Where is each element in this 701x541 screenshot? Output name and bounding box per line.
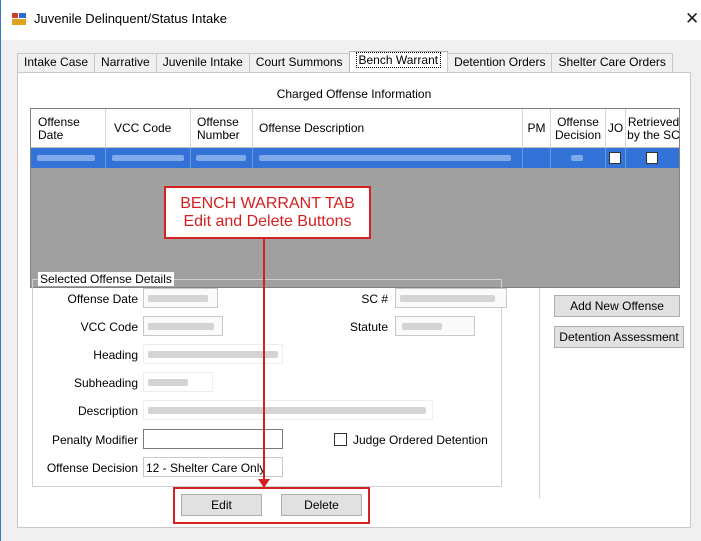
retrieved-checkbox[interactable] <box>646 152 658 164</box>
row-cell-pm <box>523 148 551 168</box>
description-field[interactable] <box>143 400 433 420</box>
window-title: Juvenile Delinquent/Status Intake <box>34 11 227 26</box>
heading-label: Heading <box>93 348 138 362</box>
tab-shelter-care-orders[interactable]: Shelter Care Orders <box>551 53 673 72</box>
tab-bench-warrant[interactable]: Bench Warrant <box>348 51 449 72</box>
row-cell-jo <box>606 148 626 168</box>
offense-date-label: Offense Date <box>67 292 139 306</box>
row-cell-offense-decision <box>551 148 606 168</box>
sc-number-label: SC # <box>361 292 388 306</box>
tab-intake-case[interactable]: Intake Case <box>17 53 96 72</box>
tab-narrative[interactable]: Narrative <box>94 53 157 72</box>
judge-ordered-detention-checkbox[interactable] <box>334 433 347 446</box>
col-offense-description[interactable]: Offense Description <box>253 109 523 148</box>
app-icon <box>12 13 26 25</box>
offense-decision-label: Offense Decision <box>46 461 138 475</box>
col-jo[interactable]: JO <box>606 109 626 148</box>
tab-court-summons[interactable]: Court Summons <box>248 53 350 72</box>
annotation-line-2: Edit and Delete Buttons <box>183 213 352 230</box>
row-cell-retrieved <box>626 148 681 168</box>
col-pm[interactable]: PM <box>523 109 551 148</box>
vertical-separator <box>539 288 540 498</box>
description-label: Description <box>77 404 138 418</box>
heading-field[interactable] <box>143 344 283 364</box>
penalty-modifier-field[interactable] <box>143 429 283 449</box>
statute-label: Statute <box>349 320 388 334</box>
grid-caption: Charged Offense Information <box>276 87 432 101</box>
tab-bench-warrant-label: Bench Warrant <box>355 52 442 68</box>
close-icon[interactable]: ✕ <box>685 9 699 29</box>
annotation-callout: BENCH WARRANT TAB Edit and Delete Button… <box>164 186 371 239</box>
col-offense-decision[interactable]: Offense Decision <box>551 109 606 148</box>
intake-window: Juvenile Delinquent/Status Intake ✕ Inta… <box>0 0 701 541</box>
tab-detention-orders[interactable]: Detention Orders <box>447 53 553 72</box>
annotation-line-1: BENCH WARRANT TAB <box>180 195 355 212</box>
jo-checkbox[interactable] <box>609 152 621 164</box>
col-retrieved-by-sc[interactable]: Retrieved by the SC <box>626 109 681 148</box>
col-vcc-code[interactable]: VCC Code <box>106 109 191 148</box>
tab-juvenile-intake[interactable]: Juvenile Intake <box>155 53 250 72</box>
offense-date-field[interactable] <box>143 288 218 308</box>
col-offense-number[interactable]: Offense Number <box>191 109 253 148</box>
vcc-code-label: VCC Code <box>80 320 138 334</box>
subheading-label: Subheading <box>73 376 138 390</box>
title-bar: Juvenile Delinquent/Status Intake ✕ <box>1 0 701 40</box>
row-cell-offense-number <box>191 148 253 168</box>
col-offense-date[interactable]: Offense Date <box>31 109 106 148</box>
offense-decision-value: 12 - Shelter Care Only <box>146 461 266 475</box>
row-cell-offense-description <box>253 148 523 168</box>
vcc-code-field[interactable] <box>143 316 223 336</box>
group-legend: Selected Offense Details <box>38 272 174 286</box>
edit-delete-highlight <box>173 487 370 524</box>
statute-field[interactable] <box>395 316 475 336</box>
add-new-offense-button[interactable]: Add New Offense <box>554 295 680 317</box>
grid-header: Offense Date VCC Code Offense Number Off… <box>31 109 681 148</box>
bench-warrant-panel: Charged Offense Information Offense Date… <box>17 72 691 528</box>
sc-number-field[interactable] <box>395 288 507 308</box>
row-cell-offense-date <box>31 148 106 168</box>
judge-ordered-detention-label: Judge Ordered Detention <box>353 433 488 447</box>
subheading-field[interactable] <box>143 372 213 392</box>
row-cell-vcc-code <box>106 148 191 168</box>
penalty-modifier-label: Penalty Modifier <box>51 433 138 447</box>
table-row[interactable] <box>31 148 679 168</box>
tab-strip: Intake Case Narrative Juvenile Intake Co… <box>17 51 673 72</box>
detention-assessment-button[interactable]: Detention Assessment <box>554 326 684 348</box>
